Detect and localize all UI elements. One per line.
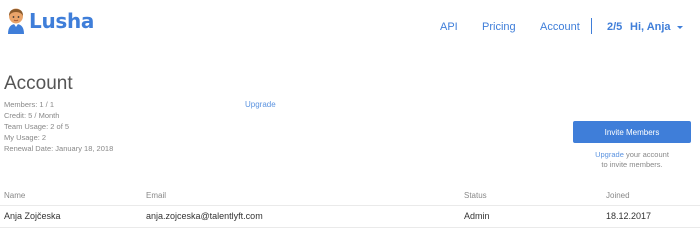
column-header-name: Name [4, 191, 26, 200]
team-usage-info: Team Usage: 2 of 5 [4, 122, 70, 131]
user-menu[interactable]: Hi, Anja [630, 21, 671, 33]
renewal-date-info: Renewal Date: January 18, 2018 [4, 144, 114, 153]
invite-hint-text-1: your account [623, 150, 669, 159]
page-title: Account [4, 73, 73, 94]
table-divider [0, 205, 700, 206]
member-email: anja.zojceska@talentlyft.com [146, 211, 263, 221]
member-status: Admin [464, 211, 490, 221]
chevron-down-icon[interactable] [677, 26, 683, 29]
usage-count: 2/5 [607, 21, 623, 33]
upgrade-link[interactable]: Upgrade [245, 100, 276, 109]
nav-account[interactable]: Account [540, 21, 580, 33]
lusha-avatar-icon [6, 8, 26, 34]
credit-info: Credit: 5 / Month [4, 111, 60, 120]
logo-text: Lusha [29, 9, 95, 33]
nav-pricing[interactable]: Pricing [482, 21, 516, 33]
invite-hint: Upgrade your account to invite members. [573, 150, 691, 170]
nav-divider [591, 18, 592, 34]
column-header-status: Status [464, 191, 487, 200]
member-name: Anja Zojčeska [4, 211, 61, 221]
account-page: Lusha API Pricing Account 2/5 Hi, Anja A… [0, 0, 700, 240]
upgrade-account-link[interactable]: Upgrade [595, 150, 624, 159]
member-joined: 18.12.2017 [606, 211, 652, 221]
lusha-logo[interactable]: Lusha [6, 8, 94, 34]
nav-api[interactable]: API [440, 21, 458, 33]
invite-members-button[interactable]: Invite Members [573, 121, 691, 143]
column-header-joined: Joined [606, 191, 630, 200]
my-usage-info: My Usage: 2 [4, 133, 47, 142]
table-divider [0, 227, 700, 228]
column-header-email: Email [146, 191, 167, 200]
members-info: Members: 1 / 1 [4, 100, 55, 109]
invite-hint-text-2: to invite members. [601, 160, 663, 169]
